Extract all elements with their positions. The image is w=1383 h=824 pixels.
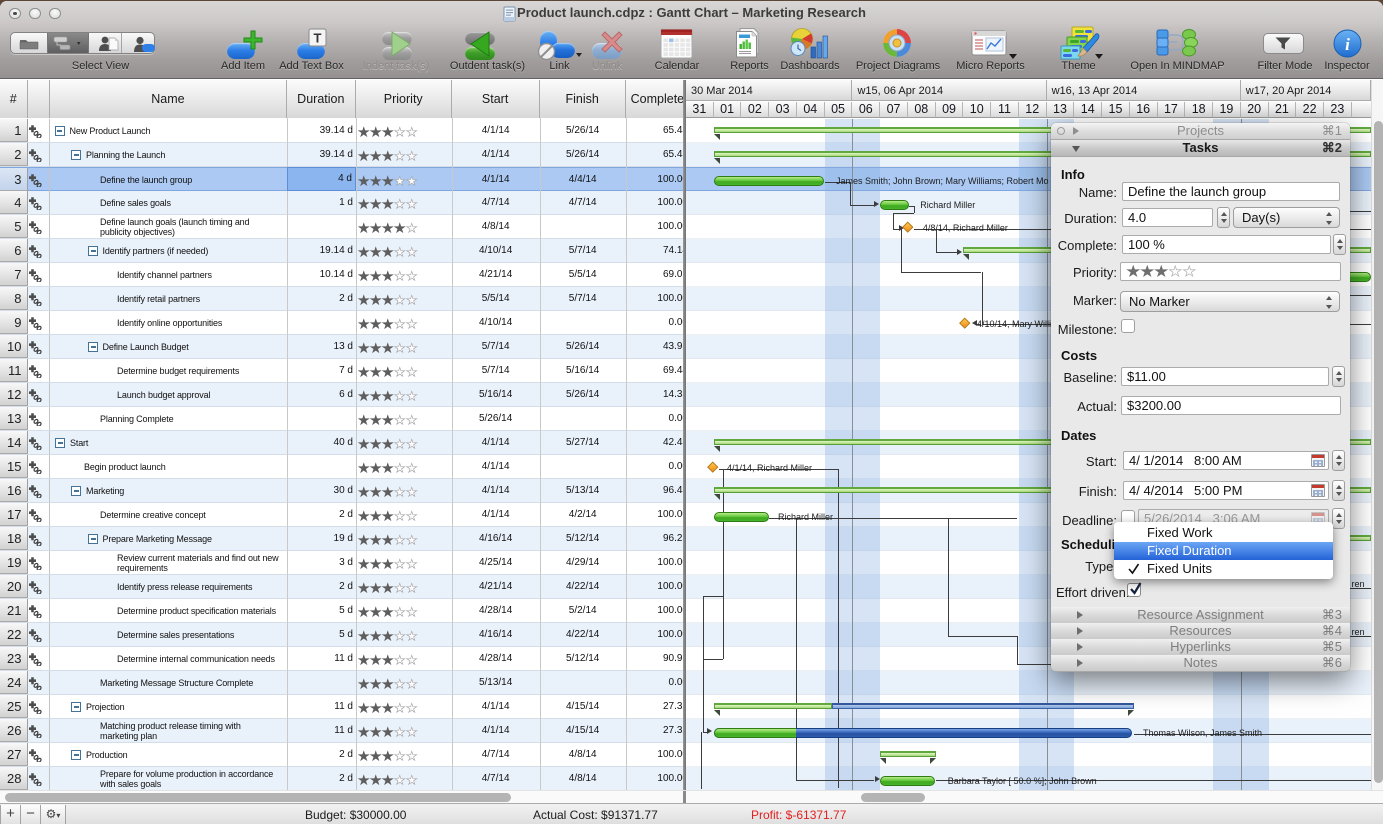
svg-text:i: i: [1345, 35, 1350, 54]
svg-text:T: T: [314, 31, 322, 46]
